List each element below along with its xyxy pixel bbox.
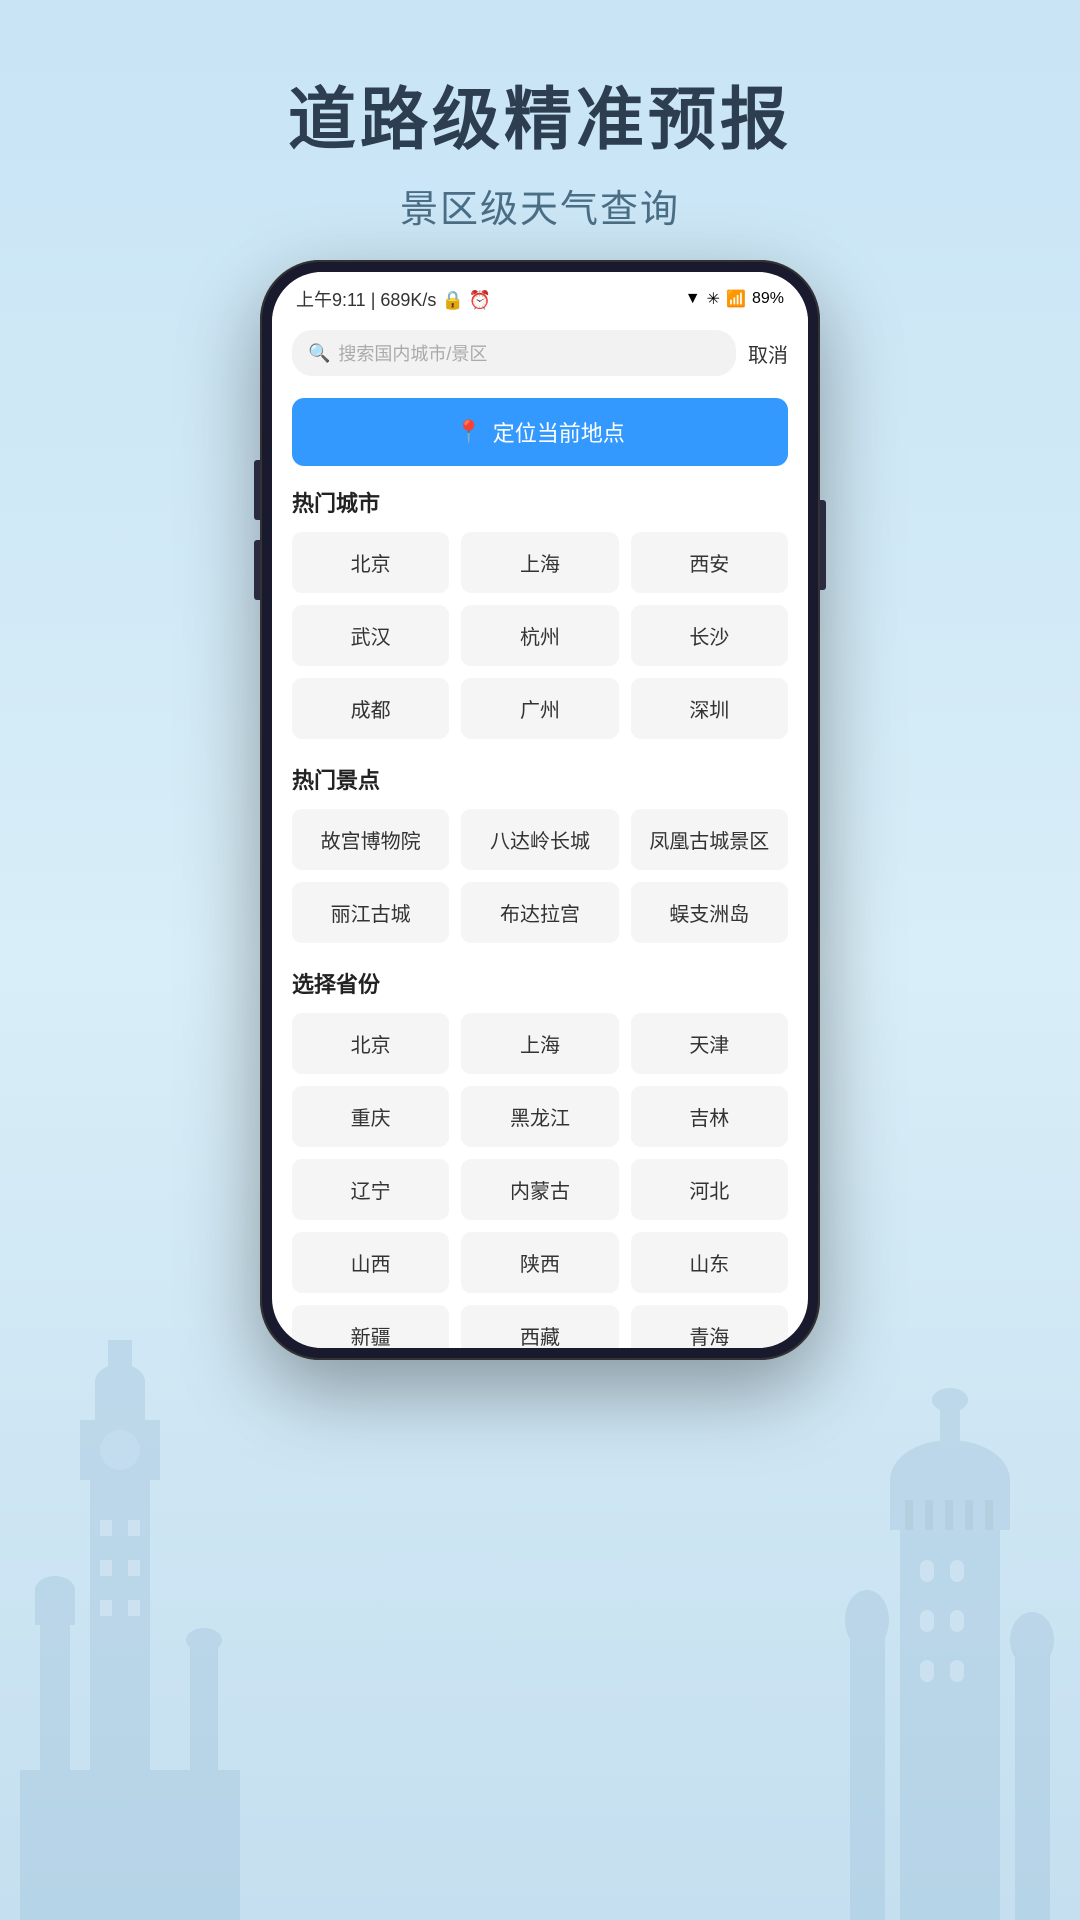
provinces-grid: 北京上海天津重庆黑龙江吉林辽宁内蒙古河北山西陕西山东新疆西藏青海 bbox=[292, 1013, 788, 1348]
status-bar: 上午9:11 | 689K/s 🔒 ⏰ ▼ ✳ 📶 89% bbox=[272, 272, 808, 320]
province-button[interactable]: 山西 bbox=[292, 1232, 449, 1293]
scroll-content: 热门城市 北京上海西安武汉杭州长沙成都广州深圳 热门景点 故宫博物院八达岭长城凤… bbox=[272, 482, 808, 1348]
wifi-icon: ▼ bbox=[685, 290, 701, 308]
city-button[interactable]: 西安 bbox=[631, 532, 788, 593]
hot-cities-grid: 北京上海西安武汉杭州长沙成都广州深圳 bbox=[292, 532, 788, 739]
city-button[interactable]: 北京 bbox=[292, 532, 449, 593]
scenic-button[interactable]: 故宫博物院 bbox=[292, 809, 449, 870]
scenic-button[interactable]: 凤凰古城景区 bbox=[631, 809, 788, 870]
hot-cities-title: 热门城市 bbox=[292, 486, 788, 518]
signal-icon: 📶 bbox=[726, 289, 746, 309]
province-button[interactable]: 河北 bbox=[631, 1159, 788, 1220]
search-bar: 🔍 搜索国内城市/景区 取消 bbox=[272, 320, 808, 390]
province-button[interactable]: 重庆 bbox=[292, 1086, 449, 1147]
main-title: 道路级精准预报 bbox=[0, 80, 1080, 162]
hot-scenic-grid: 故宫博物院八达岭长城凤凰古城景区丽江古城布达拉宫蜈支洲岛 bbox=[292, 809, 788, 943]
scenic-button[interactable]: 丽江古城 bbox=[292, 882, 449, 943]
city-button[interactable]: 杭州 bbox=[461, 605, 618, 666]
status-icons: ▼ ✳ 📶 89% bbox=[685, 289, 784, 309]
city-button[interactable]: 长沙 bbox=[631, 605, 788, 666]
province-button[interactable]: 辽宁 bbox=[292, 1159, 449, 1220]
city-button[interactable]: 广州 bbox=[461, 678, 618, 739]
header-section: 道路级精准预报 景区级天气查询 bbox=[0, 0, 1080, 273]
province-button[interactable]: 天津 bbox=[631, 1013, 788, 1074]
province-button[interactable]: 陕西 bbox=[461, 1232, 618, 1293]
scenic-button[interactable]: 布达拉宫 bbox=[461, 882, 618, 943]
provinces-title: 选择省份 bbox=[292, 967, 788, 999]
scenic-button[interactable]: 八达岭长城 bbox=[461, 809, 618, 870]
locate-label: 定位当前地点 bbox=[493, 416, 625, 448]
city-button[interactable]: 深圳 bbox=[631, 678, 788, 739]
scenic-button[interactable]: 蜈支洲岛 bbox=[631, 882, 788, 943]
province-button[interactable]: 黑龙江 bbox=[461, 1086, 618, 1147]
city-button[interactable]: 上海 bbox=[461, 532, 618, 593]
sub-title: 景区级天气查询 bbox=[0, 178, 1080, 233]
city-button[interactable]: 成都 bbox=[292, 678, 449, 739]
hot-scenic-title: 热门景点 bbox=[292, 763, 788, 795]
cancel-button[interactable]: 取消 bbox=[748, 339, 788, 368]
province-button[interactable]: 新疆 bbox=[292, 1305, 449, 1348]
province-button[interactable]: 山东 bbox=[631, 1232, 788, 1293]
search-icon: 🔍 bbox=[308, 343, 330, 364]
search-input-wrapper[interactable]: 🔍 搜索国内城市/景区 bbox=[292, 330, 736, 376]
province-button[interactable]: 北京 bbox=[292, 1013, 449, 1074]
city-button[interactable]: 武汉 bbox=[292, 605, 449, 666]
locate-button[interactable]: 📍 定位当前地点 bbox=[292, 398, 788, 466]
battery-icon: 89% bbox=[752, 290, 784, 308]
status-time: 上午9:11 | 689K/s 🔒 ⏰ bbox=[296, 286, 491, 312]
province-button[interactable]: 上海 bbox=[461, 1013, 618, 1074]
province-button[interactable]: 西藏 bbox=[461, 1305, 618, 1348]
province-button[interactable]: 吉林 bbox=[631, 1086, 788, 1147]
phone-mockup: 上午9:11 | 689K/s 🔒 ⏰ ▼ ✳ 📶 89% 🔍 搜索国内城市/景… bbox=[260, 260, 820, 1360]
bluetooth-icon: ✳ bbox=[707, 289, 720, 309]
province-button[interactable]: 内蒙古 bbox=[461, 1159, 618, 1220]
search-placeholder: 搜索国内城市/景区 bbox=[338, 340, 487, 366]
province-button[interactable]: 青海 bbox=[631, 1305, 788, 1348]
location-icon: 📍 bbox=[455, 419, 482, 445]
